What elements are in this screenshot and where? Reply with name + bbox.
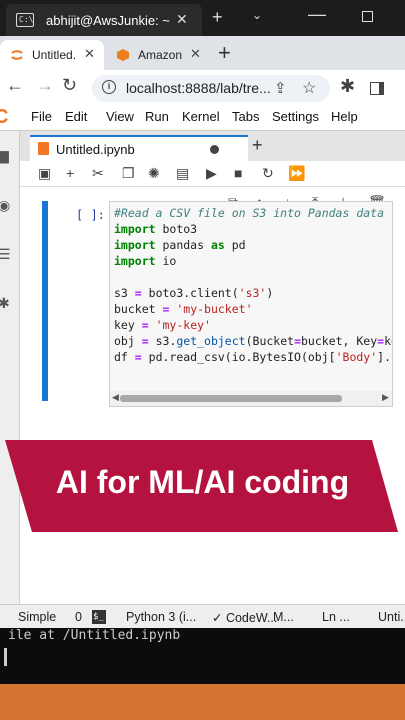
jupyter-icon <box>11 50 23 60</box>
browser-tab-strip: Untitled. ✕ Amazon ✕ <box>0 36 405 70</box>
url-input[interactable]: i localhost:8888/lab/tre... ⇪ ☆ <box>92 75 330 102</box>
code-line: import pandas as pd <box>114 238 246 252</box>
notebook-tab[interactable]: Untitled.ipynb <box>30 135 248 161</box>
code-line: key = 'my-key' <box>114 318 211 332</box>
extension-icon[interactable]: ✱ <box>0 295 14 311</box>
code-line: obj = s3.get_object(Bucket=bucket, Key=k… <box>114 334 392 348</box>
jupyter-logo-icon: C <box>0 106 9 128</box>
star-icon[interactable]: ☆ <box>302 78 316 98</box>
fast-forward-icon[interactable]: ⏩ <box>288 165 305 182</box>
back-arrow-icon[interactable]: ← <box>6 75 24 96</box>
browser-tab-jupyter[interactable]: Untitled. ✕ <box>0 40 104 70</box>
cell-prompt: [ ]: <box>76 208 105 222</box>
extensions-icon[interactable]: ✱ <box>340 76 355 97</box>
codewhisperer-status[interactable]: ✓ CodeW... <box>212 610 277 625</box>
menu-edit[interactable]: Edit <box>65 109 87 124</box>
browser-tab-title: Amazon <box>138 48 183 62</box>
menu-help[interactable]: Help <box>331 109 358 124</box>
notebook-toolbar: ▣ + ✂ ❐ ✺ ▤ ▶ ■ ↻ ⏩ <box>20 161 405 187</box>
notebook-tab-bar: Untitled.ipynb + <box>20 131 405 161</box>
share-icon[interactable]: ⇪ <box>274 79 287 97</box>
terminal-tab[interactable]: C:\ abhijit@AwsJunkie: ~ ✕ <box>6 4 202 36</box>
aws-icon <box>117 49 129 61</box>
mode-status[interactable]: M... <box>273 610 294 624</box>
notebook-tab-title: Untitled.ipynb <box>56 142 135 157</box>
jupyterlab: C File Edit View Run Kernel Tabs Setting… <box>0 106 405 634</box>
restart-icon[interactable]: ↻ <box>262 165 274 182</box>
browser-tab-amazon[interactable]: Amazon ✕ <box>106 40 210 70</box>
left-sidebar: ▆ ◉ ☰ ✱ <box>0 131 20 611</box>
add-tab-icon[interactable]: + <box>252 135 263 156</box>
kernel-status[interactable]: Python 3 (i... <box>126 610 196 624</box>
new-tab-button[interactable]: + <box>218 40 231 66</box>
code-line: df = pd.read_csv(io.BytesIO(obj['Body'].… <box>114 350 392 364</box>
cut-icon[interactable]: ✂ <box>92 165 104 182</box>
menu-view[interactable]: View <box>106 109 134 124</box>
terminal-icon: C:\ <box>16 13 34 27</box>
menu-run[interactable]: Run <box>145 109 169 124</box>
folder-icon[interactable]: ▆ <box>0 147 14 163</box>
code-line: import io <box>114 254 177 268</box>
forward-arrow-icon[interactable]: → <box>36 75 54 96</box>
file-status: Unti... <box>378 610 405 624</box>
simple-mode-label[interactable]: Simple <box>18 610 56 624</box>
running-icon[interactable]: ◉ <box>0 197 14 213</box>
code-line: #Read a CSV file on S3 into Pandas data … <box>114 206 393 220</box>
url-text: localhost:8888/lab/tre... <box>126 80 271 96</box>
debug-icon[interactable]: ✺ <box>148 165 160 182</box>
more-menu-icon[interactable]: ⋮ <box>398 74 405 95</box>
terminal-line: ile at /Untitled.ipynb <box>8 628 181 643</box>
address-bar-row: ← → ↻ i localhost:8888/lab/tre... ⇪ ☆ ✱ … <box>0 70 405 106</box>
terminal-cursor <box>4 648 7 666</box>
maximize-icon[interactable] <box>362 11 373 22</box>
chevron-down-icon[interactable]: ⌄ <box>252 8 262 22</box>
close-icon[interactable]: ✕ <box>84 46 95 62</box>
new-tab-icon[interactable]: + <box>212 7 223 28</box>
add-cell-icon[interactable]: + <box>66 165 74 181</box>
horizontal-scrollbar[interactable]: ◀ ▶ <box>110 391 392 406</box>
terminal-count: 0 <box>75 610 82 624</box>
status-bar: Simple 0 $_ Python 3 (i... ✓ CodeW... M.… <box>0 604 405 628</box>
scrollbar-thumb[interactable] <box>120 395 342 402</box>
unsaved-dot-icon[interactable] <box>210 145 219 154</box>
terminal-tab-title: abhijit@AwsJunkie: ~ <box>46 13 170 28</box>
stop-icon[interactable]: ■ <box>234 165 242 181</box>
code-editor[interactable]: #Read a CSV file on S3 into Pandas data … <box>109 201 393 407</box>
reload-icon[interactable]: ↻ <box>62 75 77 96</box>
browser-tab-title: Untitled. <box>32 48 77 62</box>
menu-file[interactable]: File <box>31 109 52 124</box>
menu-settings[interactable]: Settings <box>272 109 319 124</box>
notebook-icon <box>38 142 49 155</box>
close-icon[interactable]: ✕ <box>176 11 188 28</box>
promo-banner: AI for ML/AI coding <box>0 440 405 532</box>
toc-icon[interactable]: ☰ <box>0 246 14 262</box>
run-icon[interactable]: ▶ <box>206 165 217 182</box>
info-icon[interactable]: i <box>102 80 116 94</box>
active-cell-indicator <box>42 201 48 401</box>
paste-icon[interactable]: ▤ <box>176 165 189 182</box>
menu-kernel[interactable]: Kernel <box>182 109 220 124</box>
scroll-left-icon[interactable]: ◀ <box>112 392 119 403</box>
banner-text: AI for ML/AI coding <box>55 464 350 500</box>
minimize-icon[interactable]: — <box>308 4 326 25</box>
code-line: bucket = 'my-bucket' <box>114 302 253 316</box>
terminal-badge-icon[interactable]: $_ <box>92 610 106 624</box>
terminal-titlebar: C:\ abhijit@AwsJunkie: ~ ✕ + ⌄ — <box>0 0 405 36</box>
menu-bar: C File Edit View Run Kernel Tabs Setting… <box>0 106 405 130</box>
side-panel-icon[interactable] <box>370 82 384 95</box>
copy-icon[interactable]: ❐ <box>122 165 135 182</box>
save-icon[interactable]: ▣ <box>38 165 51 182</box>
menu-tabs[interactable]: Tabs <box>232 109 259 124</box>
code-line: import boto3 <box>114 222 198 236</box>
code-line: s3 = boto3.client('s3') <box>114 286 274 300</box>
line-status[interactable]: Ln ... <box>322 610 350 624</box>
scroll-right-icon[interactable]: ▶ <box>382 392 389 403</box>
close-icon[interactable]: ✕ <box>190 46 201 62</box>
terminal-pane[interactable]: ile at /Untitled.ipynb <box>0 628 405 684</box>
